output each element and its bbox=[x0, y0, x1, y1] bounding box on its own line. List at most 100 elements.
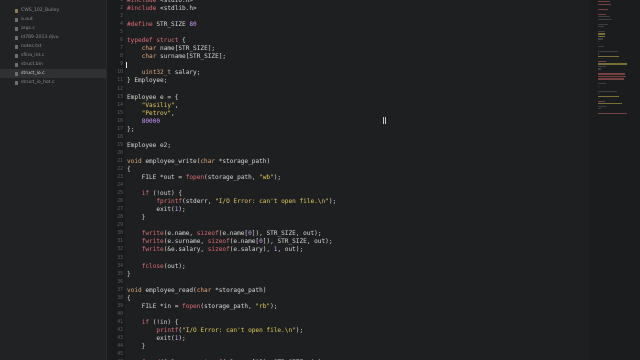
line-number: 35 bbox=[117, 271, 123, 277]
code-line[interactable]: 13 Employee e = { bbox=[117, 93, 590, 102]
minimap-line bbox=[598, 45, 604, 48]
code-line[interactable]: 27 exit(1); bbox=[117, 206, 590, 214]
code-line[interactable]: 25 if (!out) { bbox=[117, 190, 590, 198]
minimap-line bbox=[598, 95, 619, 97]
code-line[interactable]: 32 fwrite(&e.salary, sizeof(e.salary), 1… bbox=[117, 246, 590, 254]
code-line[interactable]: 23 FILE *out = fopen(storage_path, "wb")… bbox=[117, 174, 590, 182]
code-line[interactable]: 16 80000 bbox=[117, 118, 590, 126]
code-line[interactable]: 44 } bbox=[117, 343, 590, 351]
file-item[interactable]: struct_io_hot.c bbox=[0, 78, 106, 87]
line-number: 42 bbox=[117, 327, 123, 333]
file-icon bbox=[15, 26, 18, 31]
code-line[interactable]: 7 char name[STR_SIZE]; bbox=[120, 45, 590, 53]
code-line[interactable]: 38 { bbox=[117, 294, 590, 303]
code-line[interactable]: 26 fprintf(stderr, "I/O Error: can't ope… bbox=[117, 198, 590, 206]
code-line[interactable]: 10 uint32_t salary; bbox=[117, 69, 590, 77]
line-number: 40 bbox=[117, 311, 123, 317]
line-number: 29 bbox=[117, 223, 123, 229]
code-line[interactable]: 12 bbox=[117, 86, 590, 94]
code-line[interactable]: 34 fclose(out); bbox=[117, 262, 590, 271]
code-line[interactable]: 45 bbox=[117, 351, 590, 359]
line-number: 33 bbox=[117, 255, 123, 261]
code-line[interactable]: 19 Employee e2; bbox=[117, 142, 590, 150]
file-item[interactable]: struct.bin bbox=[0, 60, 106, 69]
line-number: 8 bbox=[120, 54, 123, 60]
file-item[interactable]: sfina_int.c bbox=[0, 51, 106, 60]
code-line[interactable]: 28 } bbox=[117, 214, 590, 222]
code-text: Employee e = { bbox=[127, 93, 179, 101]
code-line[interactable]: 40 bbox=[117, 311, 590, 319]
code-line[interactable]: 33 bbox=[117, 255, 590, 263]
code-line[interactable]: 42 printf("I/O Error: can't open file.\n… bbox=[117, 327, 590, 335]
code-text: { bbox=[127, 294, 131, 302]
code-text: void employee_read(char *storage_path) bbox=[127, 286, 267, 294]
code-text: uint32_t salary; bbox=[141, 69, 201, 77]
code-text: FILE *out = fopen(storage_path, "wb"); bbox=[127, 174, 282, 182]
code-line[interactable]: 5 bbox=[120, 29, 590, 37]
code-text: char surname[STR_SIZE]; bbox=[141, 53, 227, 61]
line-number: 11 bbox=[117, 78, 123, 84]
file-item[interactable]: struct_io.c bbox=[0, 69, 106, 78]
minimap-line bbox=[598, 68, 601, 70]
code-text: if (!in) { bbox=[141, 318, 179, 326]
code-line[interactable]: 21 void employee_write(char *storage_path… bbox=[117, 157, 590, 166]
line-number: 6 bbox=[120, 38, 123, 44]
minimap-line bbox=[598, 1, 610, 3]
code-line[interactable]: 15 "Petrov", bbox=[117, 109, 590, 118]
code-line[interactable]: 41 if (!in) { bbox=[117, 318, 590, 327]
line-number: 20 bbox=[117, 150, 123, 156]
minimap[interactable] bbox=[590, 0, 640, 360]
minimap-line bbox=[598, 33, 605, 35]
file-item[interactable]: args.c bbox=[0, 24, 106, 33]
code-editor[interactable]: 1 #include <stdio.h> 2 #include <stdlib.h> 3… bbox=[107, 0, 590, 360]
file-item[interactable]: CWS_102_Bulley bbox=[0, 6, 106, 15]
minimap-line bbox=[598, 3, 611, 5]
code-line[interactable]: 11} Employee; bbox=[117, 77, 590, 85]
code-text: "Petrov", bbox=[141, 109, 175, 117]
code-text: void employee_write(char *storage_path) bbox=[127, 157, 271, 165]
code-line[interactable]: 3 bbox=[120, 13, 590, 21]
file-item-label: sfina_int.c bbox=[21, 53, 45, 58]
code-line[interactable]: 35} bbox=[117, 271, 590, 279]
code-line[interactable]: 37 void employee_read(char *storage_path) bbox=[117, 286, 590, 295]
code-line[interactable]: 29 bbox=[117, 222, 590, 230]
code-text: "Vasiliy", bbox=[141, 101, 179, 109]
code-line[interactable]: 2 #include <stdlib.h> bbox=[120, 5, 590, 13]
code-line[interactable]: 17}; bbox=[117, 125, 590, 134]
code-text: fclose(out); bbox=[141, 262, 186, 270]
code-text: if (!out) { bbox=[141, 190, 183, 198]
code-line[interactable]: 20 bbox=[117, 150, 590, 158]
code-line[interactable]: 36 bbox=[117, 279, 590, 287]
code-line[interactable]: 24 bbox=[117, 182, 590, 190]
code-line[interactable]: 18 bbox=[117, 134, 590, 142]
line-number: 5 bbox=[120, 30, 123, 36]
code-line[interactable]: 30 fwrite(e.name, sizeof(e.name[0]), STR… bbox=[117, 230, 590, 238]
line-number: 38 bbox=[117, 295, 123, 301]
minimap-line bbox=[598, 83, 606, 85]
file-item-label: struct.bin bbox=[21, 62, 43, 67]
code-line[interactable]: 31 fwrite(e.surname, sizeof(e.name[0]), … bbox=[117, 238, 590, 246]
code-line[interactable]: 9 bbox=[120, 61, 590, 69]
code-line[interactable]: 4 #define STR_SIZE 80 bbox=[120, 21, 590, 29]
line-number: 10 bbox=[117, 70, 123, 76]
line-number: 25 bbox=[117, 191, 123, 197]
file-item[interactable]: notes.txt bbox=[0, 42, 106, 51]
code-line[interactable]: 43 exit(1); bbox=[117, 335, 590, 343]
line-number: 19 bbox=[117, 142, 123, 148]
code-text: exit(1); bbox=[127, 206, 186, 214]
file-item-label: struct_io.c bbox=[21, 71, 45, 76]
code-line[interactable]: 6 typedef struct { bbox=[120, 37, 590, 45]
file-item-label: notes.txt bbox=[21, 44, 42, 49]
code-text: { bbox=[127, 165, 131, 173]
code-line[interactable]: 39 FILE *in = fopen(storage_path, "rb"); bbox=[117, 303, 590, 311]
code-area[interactable]: 1 #include <stdio.h> 2 #include <stdlib.h> 3… bbox=[117, 0, 590, 360]
code-line[interactable]: 8 char surname[STR_SIZE]; bbox=[120, 53, 590, 61]
file-item[interactable]: ld789-2013.djvu bbox=[0, 33, 106, 42]
code-line[interactable]: 22 { bbox=[117, 165, 590, 174]
code-line[interactable]: 14 "Vasiliy", bbox=[117, 101, 590, 110]
file-item[interactable]: a.out bbox=[0, 15, 106, 24]
line-number: 41 bbox=[117, 319, 123, 325]
code-text: } bbox=[127, 214, 146, 222]
line-number: 14 bbox=[117, 102, 123, 108]
code-text: }; bbox=[127, 125, 135, 133]
